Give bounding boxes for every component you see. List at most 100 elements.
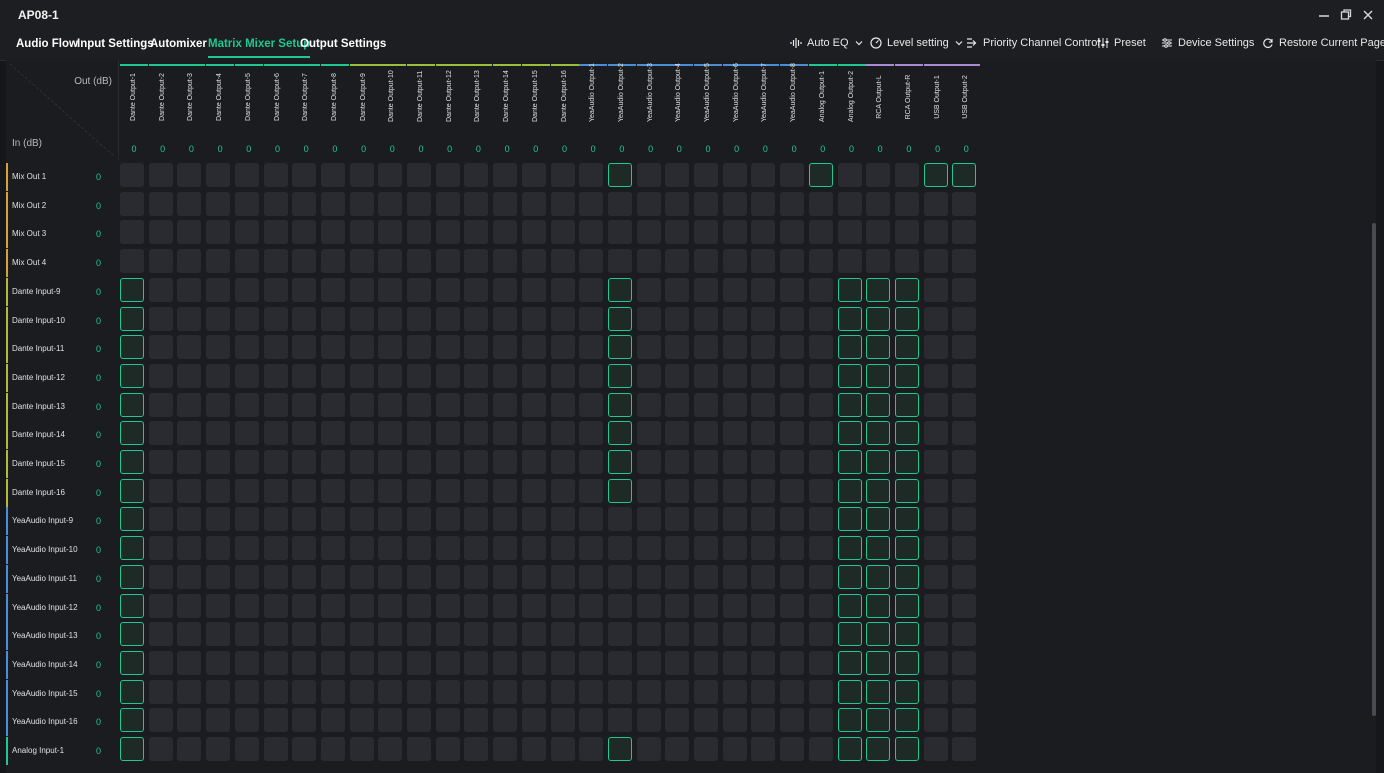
crosspoint-cell[interactable] <box>435 163 460 187</box>
crosspoint-cell-on[interactable] <box>894 564 919 589</box>
crosspoint-cell[interactable] <box>407 421 431 446</box>
crosspoint-cell-on[interactable] <box>120 450 144 474</box>
crosspoint-cell[interactable] <box>694 249 718 274</box>
crosspoint-cell[interactable] <box>206 163 231 187</box>
crosspoint-cell[interactable] <box>349 536 374 561</box>
crosspoint-cell-on[interactable] <box>120 650 144 675</box>
crosspoint-cell[interactable] <box>550 708 575 733</box>
crosspoint-cell[interactable] <box>751 679 776 704</box>
crosspoint-cell[interactable] <box>521 277 546 302</box>
crosspoint-cell[interactable] <box>521 191 546 216</box>
crosspoint-cell[interactable] <box>894 220 919 245</box>
crosspoint-cell-on[interactable] <box>866 306 891 331</box>
crosspoint-cell[interactable] <box>320 191 345 216</box>
crosspoint-cell[interactable] <box>579 478 604 503</box>
crosspoint-cell[interactable] <box>579 507 604 532</box>
crosspoint-cell[interactable] <box>636 622 661 647</box>
crosspoint-cell[interactable] <box>493 650 518 675</box>
crosspoint-cell[interactable] <box>751 421 776 446</box>
tab-output-settings[interactable]: Output Settings <box>300 38 386 50</box>
crosspoint-cell[interactable] <box>550 650 575 675</box>
crosspoint-cell[interactable] <box>320 335 345 360</box>
crosspoint-cell[interactable] <box>263 536 288 561</box>
crosspoint-cell[interactable] <box>206 622 231 647</box>
crosspoint-cell[interactable] <box>464 593 489 618</box>
crosspoint-cell[interactable] <box>665 450 690 474</box>
crosspoint-cell[interactable] <box>722 622 747 647</box>
crosspoint-cell[interactable] <box>464 421 489 446</box>
crosspoint-cell[interactable] <box>579 622 604 647</box>
crosspoint-cell[interactable] <box>550 622 575 647</box>
crosspoint-cell[interactable] <box>206 191 231 216</box>
crosspoint-cell[interactable] <box>206 478 231 503</box>
crosspoint-cell[interactable] <box>234 507 259 532</box>
crosspoint-cell[interactable] <box>751 363 776 388</box>
close-button[interactable] <box>1356 5 1380 25</box>
crosspoint-cell[interactable] <box>751 593 776 618</box>
crosspoint-cell[interactable] <box>780 564 805 589</box>
row-gain-value[interactable]: 0 <box>96 516 101 526</box>
row-gain-value[interactable]: 0 <box>96 430 101 440</box>
crosspoint-cell[interactable] <box>550 421 575 446</box>
crosspoint-cell[interactable] <box>148 737 173 761</box>
crosspoint-cell[interactable] <box>952 277 977 302</box>
crosspoint-cell[interactable] <box>464 450 489 474</box>
row-gain-value[interactable]: 0 <box>96 603 101 613</box>
crosspoint-cell[interactable] <box>780 306 805 331</box>
crosspoint-cell[interactable] <box>550 363 575 388</box>
crosspoint-cell[interactable] <box>435 536 460 561</box>
crosspoint-cell-on[interactable] <box>866 478 891 503</box>
crosspoint-cell[interactable] <box>206 450 231 474</box>
crosspoint-cell[interactable] <box>292 220 317 245</box>
crosspoint-cell[interactable] <box>521 306 546 331</box>
crosspoint-cell[interactable] <box>349 249 374 274</box>
row-gain-value[interactable]: 0 <box>96 689 101 699</box>
crosspoint-cell[interactable] <box>780 536 805 561</box>
column-gain-value[interactable]: 0 <box>436 144 464 154</box>
crosspoint-cell[interactable] <box>435 191 460 216</box>
crosspoint-cell[interactable] <box>550 306 575 331</box>
crosspoint-cell[interactable] <box>636 421 661 446</box>
crosspoint-cell[interactable] <box>808 249 833 274</box>
crosspoint-cell[interactable] <box>665 564 690 589</box>
crosspoint-cell[interactable] <box>751 335 776 360</box>
crosspoint-cell[interactable] <box>923 622 948 647</box>
crosspoint-cell-on[interactable] <box>837 737 862 761</box>
crosspoint-cell[interactable] <box>751 277 776 302</box>
crosspoint-cell-on[interactable] <box>866 277 891 302</box>
crosspoint-cell-on[interactable] <box>837 335 862 360</box>
crosspoint-cell[interactable] <box>780 363 805 388</box>
crosspoint-cell[interactable] <box>435 392 460 417</box>
crosspoint-cell[interactable] <box>177 335 202 360</box>
crosspoint-cell[interactable] <box>177 708 202 733</box>
crosspoint-cell[interactable] <box>923 507 948 532</box>
crosspoint-cell-on[interactable] <box>866 363 891 388</box>
crosspoint-cell[interactable] <box>177 163 202 187</box>
crosspoint-cell[interactable] <box>177 478 202 503</box>
crosspoint-cell[interactable] <box>722 737 747 761</box>
crosspoint-cell-on[interactable] <box>607 163 632 187</box>
crosspoint-cell[interactable] <box>177 593 202 618</box>
crosspoint-cell[interactable] <box>493 421 518 446</box>
crosspoint-cell[interactable] <box>435 450 460 474</box>
crosspoint-cell[interactable] <box>320 450 345 474</box>
crosspoint-cell[interactable] <box>607 536 632 561</box>
crosspoint-cell-on[interactable] <box>894 622 919 647</box>
crosspoint-cell[interactable] <box>722 335 747 360</box>
crosspoint-cell[interactable] <box>493 277 518 302</box>
crosspoint-cell[interactable] <box>435 478 460 503</box>
crosspoint-cell-on[interactable] <box>120 363 144 388</box>
crosspoint-cell[interactable] <box>894 249 919 274</box>
crosspoint-cell[interactable] <box>894 191 919 216</box>
crosspoint-cell[interactable] <box>464 564 489 589</box>
crosspoint-cell[interactable] <box>808 191 833 216</box>
crosspoint-cell[interactable] <box>206 737 231 761</box>
crosspoint-cell[interactable] <box>493 536 518 561</box>
crosspoint-cell[interactable] <box>464 737 489 761</box>
crosspoint-cell-on[interactable] <box>607 335 632 360</box>
crosspoint-cell[interactable] <box>808 679 833 704</box>
crosspoint-cell[interactable] <box>177 363 202 388</box>
crosspoint-cell[interactable] <box>378 220 403 245</box>
crosspoint-cell[interactable] <box>148 507 173 532</box>
column-gain-value[interactable]: 0 <box>464 144 492 154</box>
